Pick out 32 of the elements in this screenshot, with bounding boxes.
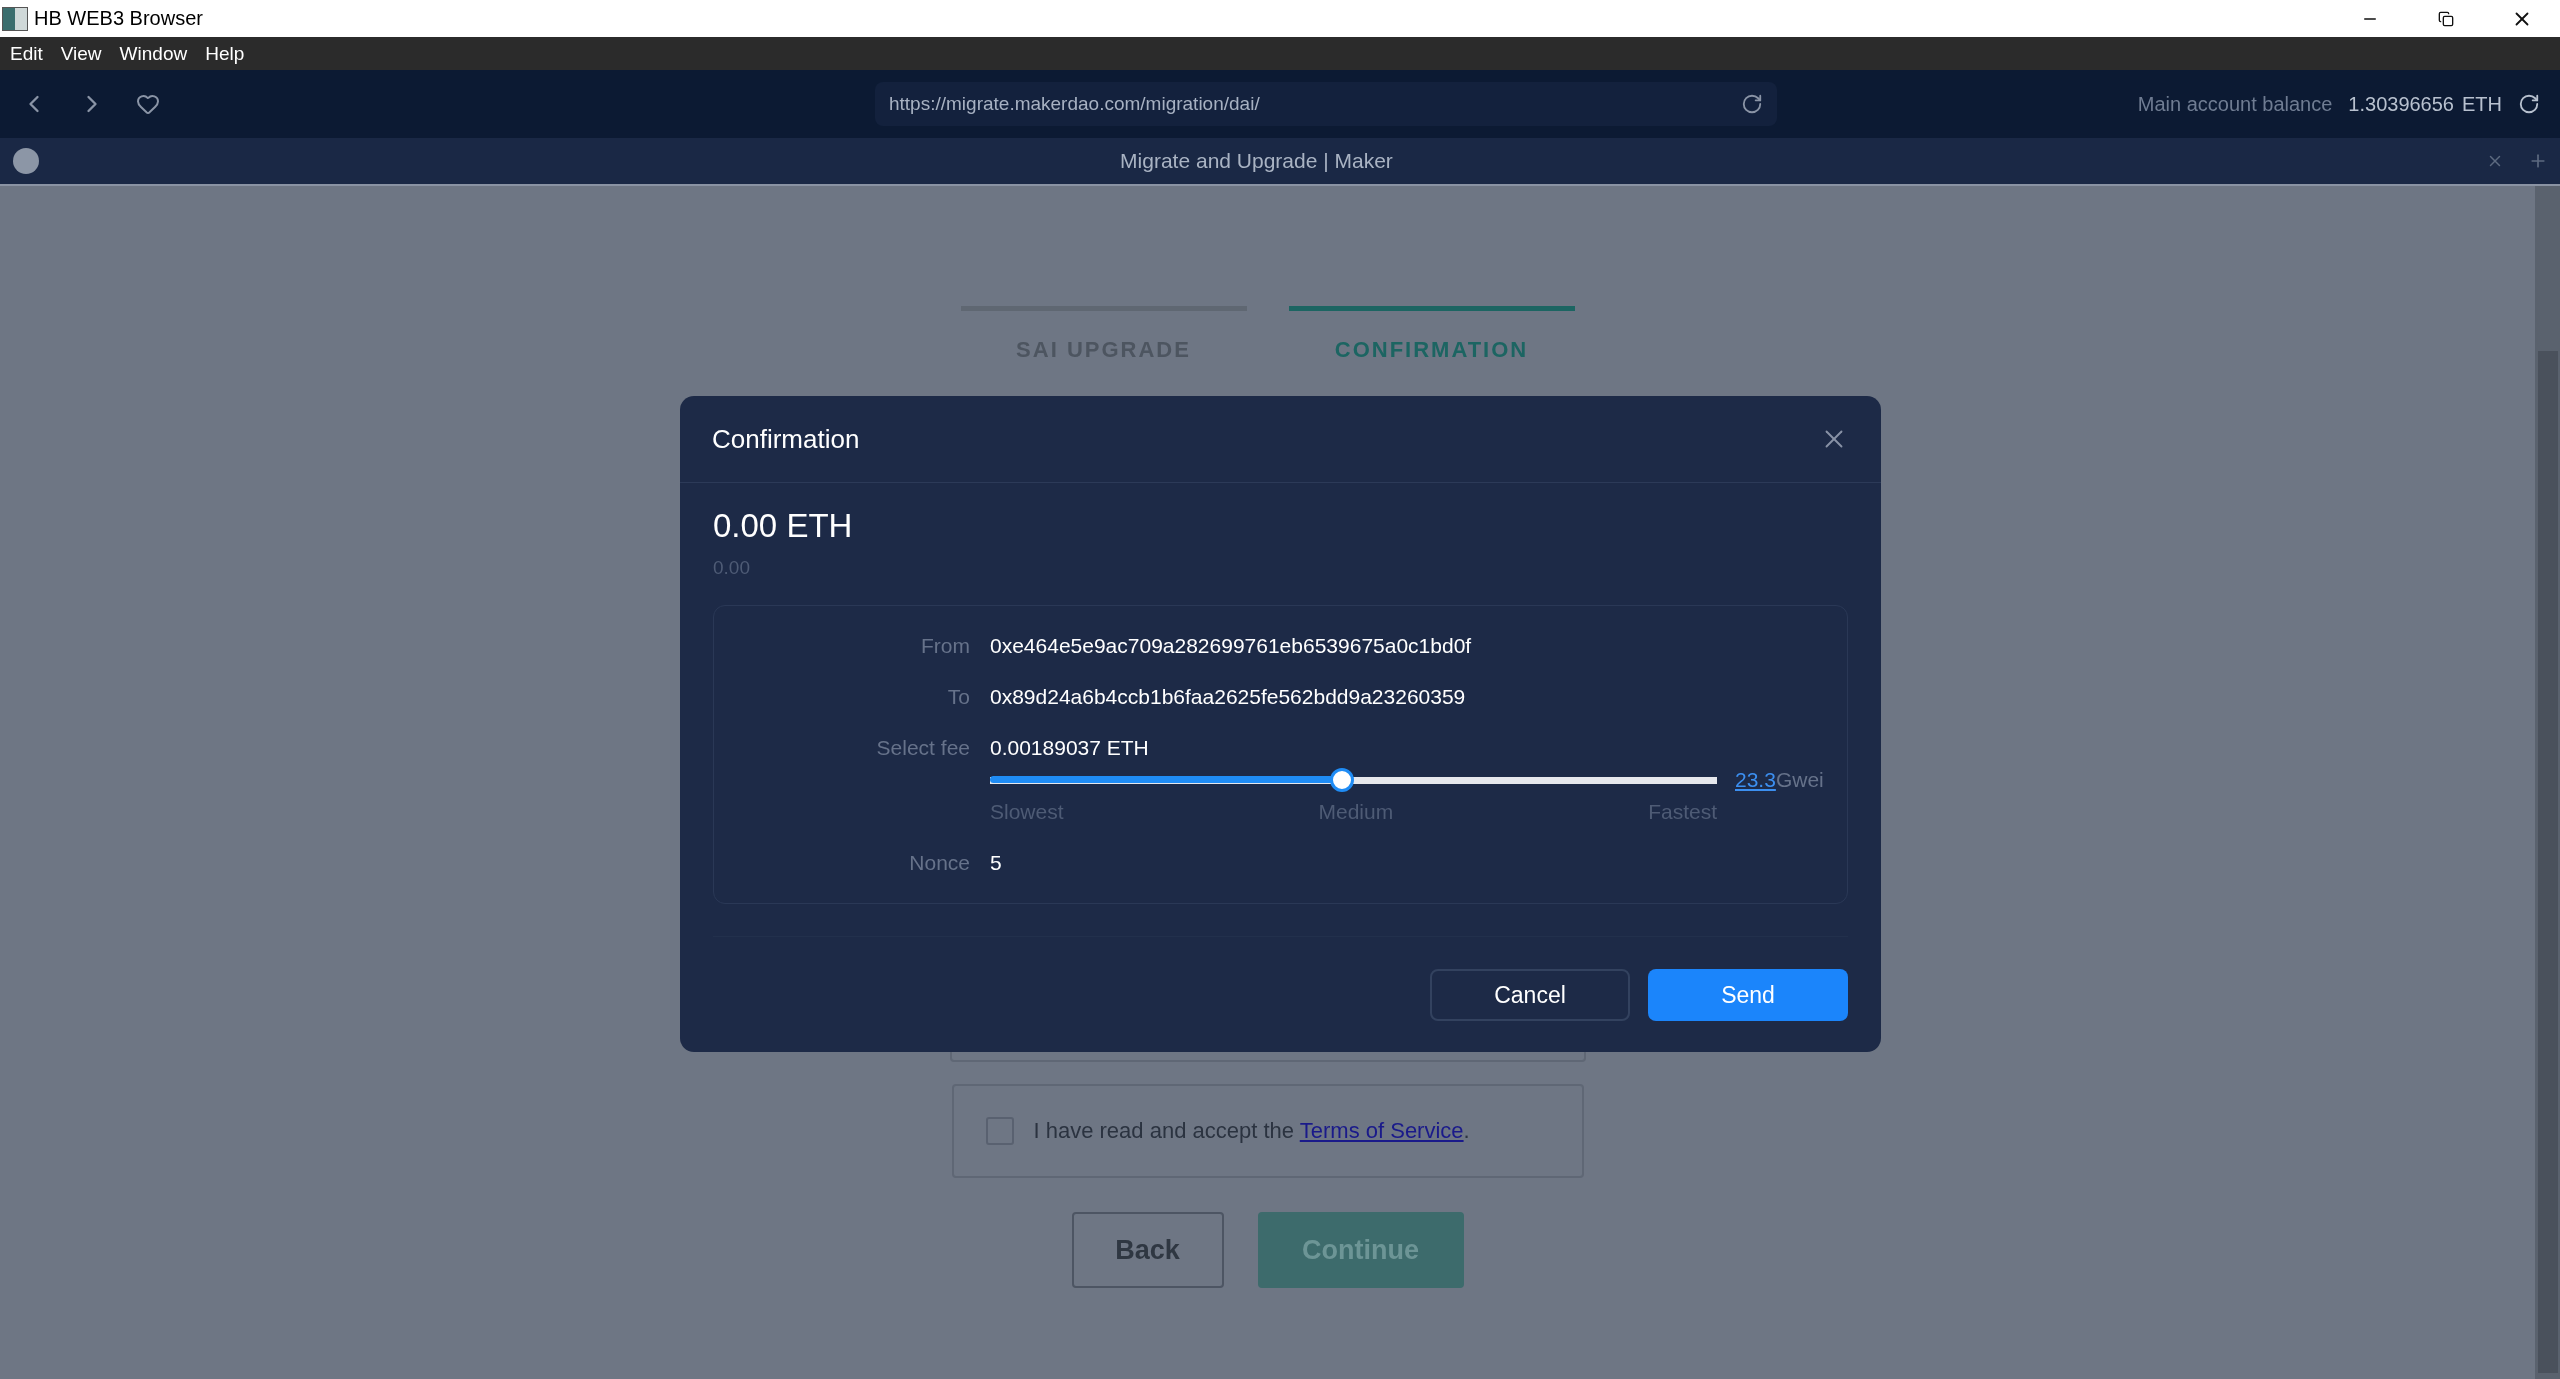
- nonce-value: 5: [990, 851, 1003, 875]
- site-favicon-icon: [13, 148, 39, 174]
- refresh-icon[interactable]: [2518, 93, 2540, 115]
- row-label: From: [920, 634, 970, 658]
- heart-icon[interactable]: [136, 92, 160, 116]
- reload-icon[interactable]: [1741, 93, 1763, 115]
- address-value: 0xe464e5e9ac709a282699761eb6539675a0c1bd0f: [990, 634, 1473, 658]
- send-button[interactable]: Send: [1648, 969, 1848, 1021]
- fee-value: 0.00189037 ETH: [990, 736, 1150, 760]
- menu-item[interactable]: Edit: [4, 42, 55, 65]
- address-value: 0x89d24a6b4ccb1b6faa2625fe562bdd9a23260359: [990, 685, 1467, 709]
- gwei-unit: Gwei: [1775, 768, 1824, 792]
- balance-unit: ETH: [2462, 92, 2502, 116]
- gwei-link[interactable]: 23.3: [1735, 768, 1776, 792]
- row-label: Nonce: [908, 851, 970, 875]
- window-title: HB WEB3 Browser: [34, 7, 204, 30]
- menu-item[interactable]: View: [54, 42, 114, 65]
- balance-label: Main account balance: [2137, 92, 2333, 116]
- menu-item[interactable]: Window: [113, 42, 200, 65]
- dialog-title: Confirmation: [712, 423, 860, 455]
- app-icon: [2, 6, 28, 31]
- menu-item[interactable]: Help: [199, 42, 257, 65]
- restore-icon[interactable]: [2438, 10, 2454, 27]
- amount-text: 0.00 ETH: [713, 507, 854, 545]
- cancel-button[interactable]: Cancel: [1430, 969, 1630, 1021]
- slider-thumb[interactable]: [1329, 768, 1354, 792]
- row-label: Select fee: [875, 736, 970, 760]
- row-label: To: [946, 685, 970, 709]
- url-field[interactable]: https://migrate.makerdao.com/migration/dai/: [875, 82, 1777, 126]
- balance-value: 1.30396656: [2348, 92, 2454, 116]
- scrollbar[interactable]: [2535, 186, 2560, 1379]
- terms-text: I have read and accept the Terms of Service.: [1033, 1118, 1470, 1144]
